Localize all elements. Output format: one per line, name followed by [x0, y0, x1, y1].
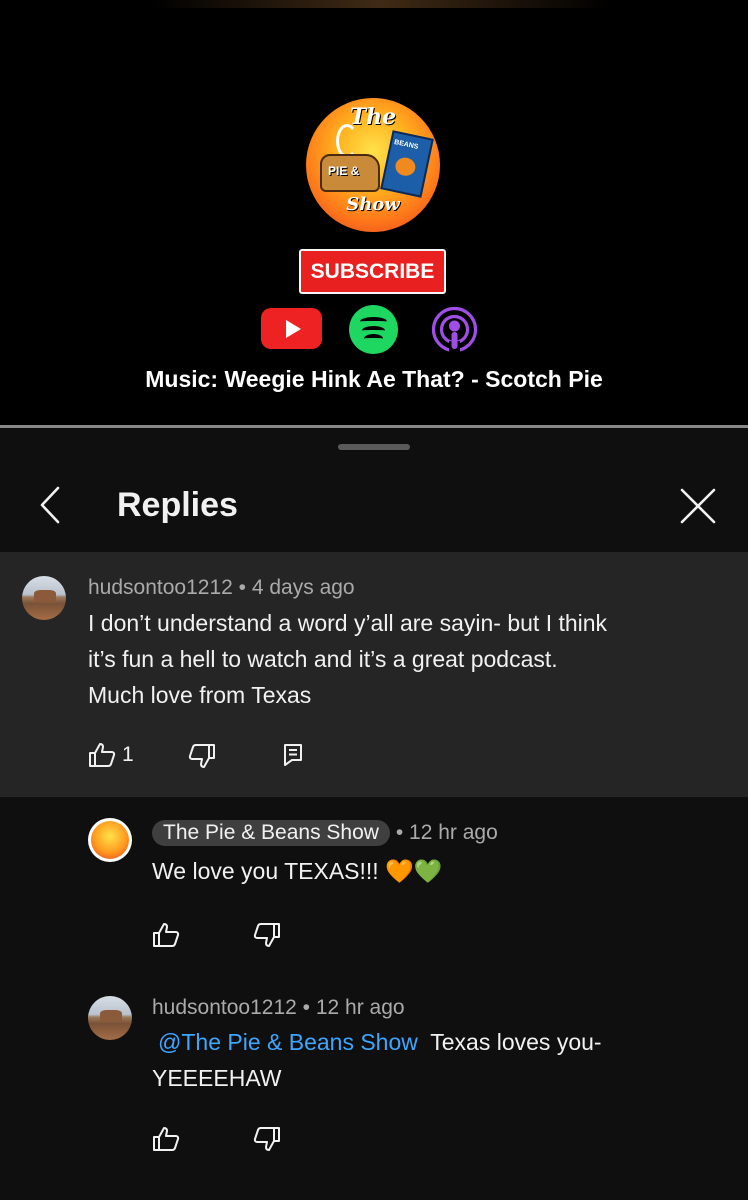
comment-author[interactable]: hudsontoo1212 [88, 576, 233, 599]
drag-handle[interactable] [338, 444, 410, 450]
thumbs-down-icon[interactable] [188, 743, 216, 769]
video-progress-bar[interactable] [0, 425, 748, 428]
spotify-icon [349, 305, 398, 354]
reply-meta: hudsontoo1212 • 12 hr ago [152, 996, 405, 1020]
meta-separator: • [302, 996, 311, 1019]
meta-separator: • [395, 821, 404, 844]
comment-meta: hudsontoo1212 • 4 days ago [88, 576, 355, 600]
logo-pie-text: PIE & [328, 164, 360, 178]
video-top-glow [150, 0, 610, 8]
logo-text-the: The [349, 104, 397, 130]
close-icon[interactable] [676, 484, 720, 528]
reply-time: 12 hr ago [315, 996, 405, 1019]
pie-and-beans-logo: The PIE & BEANS Show [306, 98, 440, 232]
music-credit: Music: Weegie Hink Ae That? - Scotch Pie [145, 366, 603, 392]
comment-text-line: Much love from Texas [88, 682, 312, 708]
logo-pie: PIE & [320, 154, 380, 192]
thumbs-down-icon[interactable] [253, 922, 281, 948]
youtube-icon [261, 308, 322, 349]
mention-link[interactable]: @The Pie & Beans Show [158, 1029, 418, 1055]
meta-separator: • [238, 576, 247, 599]
podcasts-icon [431, 306, 478, 354]
comment-text-line: I don’t understand a word y’all are sayi… [88, 610, 608, 636]
comment-text-line: it’s fun a hell to watch and it’s a grea… [88, 646, 558, 672]
like-count: 1 [122, 743, 134, 766]
comment-text: I don’t understand a word y’all are sayi… [88, 605, 607, 713]
reply-time: 12 hr ago [409, 821, 498, 844]
reply-meta: The Pie & Beans Show • 12 hr ago [152, 820, 498, 846]
thumbs-up-icon[interactable] [152, 1126, 180, 1152]
thumbs-up-icon[interactable] [88, 742, 116, 768]
thumbs-up-icon[interactable] [152, 922, 180, 948]
video-player[interactable]: The PIE & BEANS Show SUBSCRIBE Music: We… [0, 0, 748, 428]
reply-text: @The Pie & Beans Show Texas loves you- Y… [152, 1024, 602, 1096]
reply-text-rest: Texas loves you- [430, 1029, 602, 1055]
reply-text-line: YEEEEHAW [152, 1065, 282, 1091]
reply-icon[interactable] [282, 743, 304, 767]
reply-text: We love you TEXAS!!! 🧡💚 [152, 858, 443, 884]
logo-can-text: BEANS [393, 138, 419, 151]
reply-text-line: @The Pie & Beans Show Texas loves you- [152, 1024, 602, 1060]
parent-comment: hudsontoo1212 • 4 days ago I don’t under… [0, 552, 748, 797]
logo-text-show: Show [346, 194, 400, 215]
thumbs-down-icon[interactable] [253, 1126, 281, 1152]
creator-name-chip[interactable]: The Pie & Beans Show [152, 820, 390, 846]
avatar[interactable] [88, 996, 132, 1040]
channel-avatar[interactable] [88, 818, 132, 862]
reply-author[interactable]: hudsontoo1212 [152, 996, 297, 1019]
comment-time: 4 days ago [251, 576, 355, 599]
logo-beans-can: BEANS [380, 130, 434, 198]
avatar[interactable] [22, 576, 66, 620]
sheet-title: Replies [117, 486, 238, 524]
subscribe-graphic: SUBSCRIBE [299, 249, 446, 294]
chevron-left-icon[interactable] [32, 482, 68, 528]
replies-sheet: Replies hudsontoo1212 • 4 days ago I don… [0, 432, 748, 1200]
